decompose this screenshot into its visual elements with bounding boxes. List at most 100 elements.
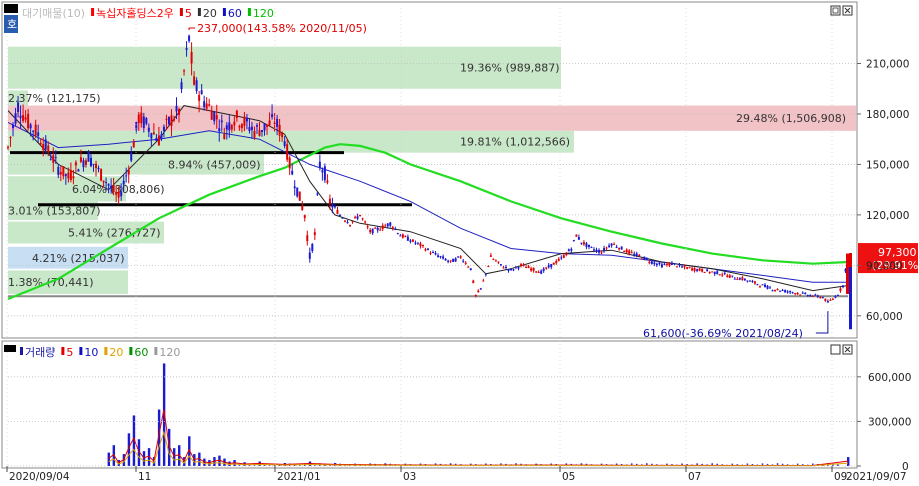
legend-swatch: [179, 8, 183, 16]
volume-maximize-icon[interactable]: [830, 344, 841, 355]
candle-body: [439, 256, 442, 258]
candle-body: [482, 280, 485, 282]
candle-body: [414, 242, 417, 244]
candle-body: [303, 215, 306, 218]
candle-body: [130, 152, 133, 161]
candle-body: [137, 114, 140, 124]
candle-body: [333, 206, 336, 208]
candle-body: [39, 142, 42, 145]
candle-body: [374, 227, 377, 229]
candle-body: [547, 265, 550, 268]
candle-body: [223, 134, 226, 140]
candle-body: [64, 174, 67, 177]
candle-body: [713, 271, 716, 275]
candle-body: [746, 280, 749, 282]
candle-body: [255, 125, 258, 127]
candle-body: [100, 168, 103, 181]
candle-body: [95, 163, 98, 169]
candle-body: [826, 301, 829, 303]
candle-body: [464, 262, 467, 264]
candle-body: [165, 118, 168, 120]
candle-body: [816, 295, 819, 298]
candle-body: [796, 293, 799, 295]
candle-body: [628, 250, 631, 254]
candle-body: [160, 134, 163, 139]
candle-body: [570, 248, 573, 251]
candle-body: [794, 293, 797, 295]
legend-swatch: [197, 8, 201, 16]
candle-body: [376, 227, 379, 231]
volume-panel-menu-icon[interactable]: [4, 345, 16, 352]
candle-body: [24, 117, 27, 120]
candle-body: [157, 135, 160, 146]
candle-body: [658, 262, 661, 265]
candle-body: [92, 163, 95, 165]
candle-body: [615, 246, 618, 248]
candle-body: [681, 266, 684, 268]
candle-body: [663, 263, 666, 265]
candle-body: [542, 268, 545, 271]
candle-body: [233, 121, 236, 126]
candle-body: [648, 261, 651, 263]
candle-body: [371, 228, 374, 234]
candle-body: [286, 144, 289, 160]
candle-body: [142, 116, 145, 129]
candle-body: [718, 274, 721, 276]
candle-body: [751, 281, 754, 283]
candle-body: [560, 257, 563, 259]
candle-body: [271, 114, 274, 118]
volume-legend-item: 5: [66, 346, 73, 359]
candle-body: [243, 116, 246, 126]
candle-body: [74, 162, 77, 166]
candle-body: [515, 266, 518, 268]
volume-profile-band: [8, 105, 856, 131]
candle-body: [44, 139, 47, 150]
candle-body: [821, 297, 824, 299]
candle-body: [758, 286, 761, 288]
candle-body: [230, 125, 233, 130]
candle-body: [635, 253, 638, 256]
candle-body: [115, 192, 118, 195]
candle-body: [774, 290, 777, 292]
candle-body: [29, 124, 32, 129]
candle-body: [512, 269, 515, 271]
candle-body: [673, 263, 676, 265]
candle-body: [406, 236, 409, 241]
candle-body: [238, 126, 241, 128]
candle-body: [731, 275, 734, 277]
candle-body: [120, 191, 123, 197]
candle-body: [834, 296, 837, 298]
candle-body: [804, 292, 807, 294]
volume-legend-item: 120: [159, 346, 180, 359]
candle-body: [819, 297, 822, 299]
candle-body: [14, 113, 17, 124]
panel-menu-icon[interactable]: [4, 4, 18, 13]
candle-body: [623, 251, 626, 253]
candle-body: [618, 247, 621, 250]
candle-body: [240, 124, 243, 128]
candle-body: [34, 124, 37, 136]
x-tick-label: 2020/09/04: [9, 471, 70, 482]
candle-body: [650, 261, 653, 264]
candle-body: [67, 172, 70, 179]
candle-body: [416, 242, 419, 244]
candle-body: [824, 298, 827, 301]
candle-body: [442, 256, 445, 259]
candle-body: [318, 161, 321, 168]
candle-body: [17, 102, 20, 112]
candle-body: [509, 269, 512, 271]
volume-legend-swatch: [129, 347, 133, 355]
volume-profile-label: 3.01% (153,807): [8, 205, 101, 218]
volume-bar: [193, 454, 196, 466]
y-tick-label: 120,000: [866, 210, 909, 222]
candle-body: [738, 278, 741, 280]
volume-legend-item: 60: [134, 346, 148, 359]
price-legend: 대기매물(10) 녹십자홀딩스2우 5 20 60 120: [22, 7, 274, 20]
maximize-icon[interactable]: [830, 5, 841, 16]
candle-body: [693, 267, 696, 271]
candle-body: [605, 247, 608, 249]
candle-body: [696, 269, 699, 271]
volume-bar: [142, 451, 146, 466]
candle-body: [462, 260, 465, 262]
candle-body: [643, 256, 646, 260]
